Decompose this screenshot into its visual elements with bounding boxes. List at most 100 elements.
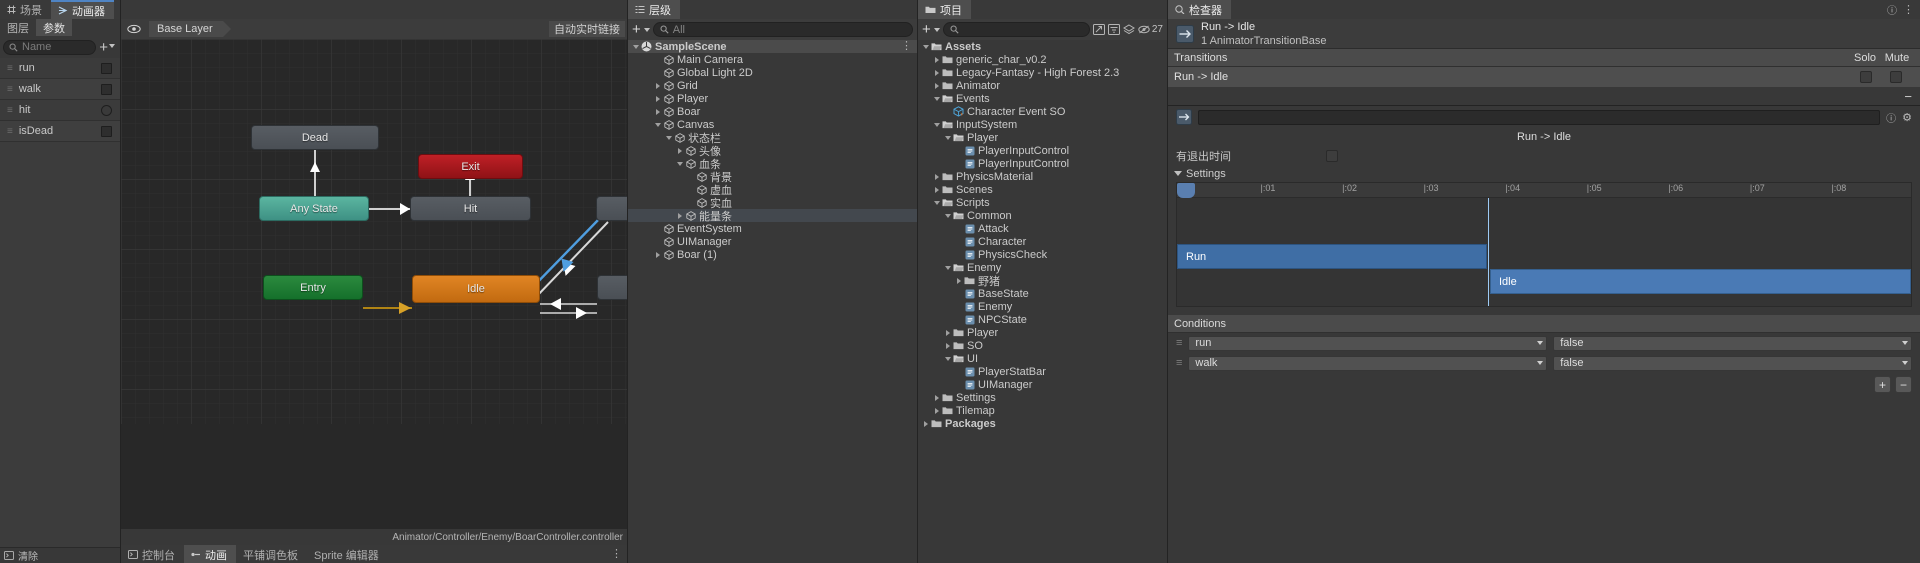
hierarchy-item-row[interactable]: Global Light 2D (628, 66, 917, 79)
tab-scene[interactable]: 场景 (0, 0, 51, 19)
condition-row[interactable]: ≡ run false (1168, 333, 1920, 353)
parameter-row-walk[interactable]: ≡ walk (0, 79, 120, 100)
hierarchy-item-row[interactable]: 血条 (628, 157, 917, 171)
project-item-row[interactable]: Scripts (918, 196, 1167, 209)
eye-icon[interactable] (127, 24, 141, 34)
animator-state-graph[interactable]: Dead Exit Any State Hit Run Entry Idle W… (121, 39, 627, 529)
tab-animation[interactable]: 动画 (184, 545, 236, 563)
caret-down-icon[interactable] (920, 44, 931, 49)
project-item-row[interactable]: Packages (918, 417, 1167, 430)
hierarchy-item-row[interactable]: Player (628, 92, 917, 105)
caret-down-icon[interactable] (942, 135, 953, 140)
left-bottom-label[interactable]: 清除 (18, 548, 38, 563)
timeline-playhead-handle[interactable] (1177, 183, 1195, 198)
breadcrumb-base-layer[interactable]: Base Layer (149, 21, 231, 37)
timeline-clip-run[interactable]: Run (1177, 244, 1487, 269)
caret-down-icon[interactable] (931, 200, 942, 205)
drag-handle-icon[interactable]: ≡ (7, 84, 13, 94)
timeline-playhead[interactable] (1488, 198, 1489, 306)
create-asset-button[interactable]: + (922, 22, 931, 37)
caret-right-icon[interactable] (942, 329, 953, 336)
project-item-row[interactable]: Common (918, 209, 1167, 222)
caret-down-icon[interactable] (931, 96, 942, 101)
parameter-row-isdead[interactable]: ≡ isDead (0, 121, 120, 142)
tab-inspector[interactable]: 检查器 (1168, 0, 1231, 19)
chevron-down-icon[interactable] (643, 27, 650, 32)
caret-down-icon[interactable] (674, 161, 685, 166)
tab-hierarchy[interactable]: 层级 (628, 0, 680, 19)
project-item-row[interactable]: PlayerInputControl (918, 144, 1167, 157)
project-item-row[interactable]: 野猪 (918, 274, 1167, 288)
caret-down-icon[interactable] (652, 122, 663, 127)
caret-right-icon[interactable] (931, 56, 942, 63)
parameter-row-run[interactable]: ≡ run (0, 58, 120, 79)
hierarchy-item-row[interactable]: 背景 (628, 170, 917, 184)
project-search-input[interactable] (942, 22, 1090, 37)
project-item-row[interactable]: PlayerStatBar (918, 365, 1167, 378)
parameter-bool-checkbox[interactable] (101, 62, 112, 74)
project-item-row[interactable]: InputSystem (918, 118, 1167, 131)
project-item-row[interactable]: Attack (918, 222, 1167, 235)
has-exit-time-checkbox[interactable] (1326, 149, 1338, 162)
caret-right-icon[interactable] (931, 394, 942, 401)
condition-drag-handle-icon[interactable]: ≡ (1176, 337, 1182, 349)
transition-mute-checkbox[interactable] (1890, 71, 1902, 83)
caret-right-icon[interactable] (652, 95, 663, 102)
transition-list-row[interactable]: Run -> Idle (1168, 67, 1920, 87)
hierarchy-item-row[interactable]: EventSystem (628, 222, 917, 235)
project-item-row[interactable]: generic_char_v0.2 (918, 53, 1167, 66)
caret-down-icon[interactable] (942, 356, 953, 361)
state-node-walk[interactable]: Walk (597, 275, 627, 300)
parameter-bool-checkbox[interactable] (101, 83, 112, 95)
tab-project[interactable]: 项目 (918, 0, 971, 19)
project-item-row[interactable]: Character (918, 235, 1167, 248)
project-item-row[interactable]: SO (918, 339, 1167, 352)
project-item-row[interactable]: Scenes (918, 183, 1167, 196)
help-icon[interactable]: ⓘ (1886, 110, 1896, 125)
condition-parameter-dropdown[interactable]: walk (1188, 355, 1548, 371)
state-node-run[interactable]: Run (596, 196, 627, 221)
project-item-row[interactable]: BaseState (918, 287, 1167, 300)
project-item-row[interactable]: Animator (918, 79, 1167, 92)
project-item-row[interactable]: UI (918, 352, 1167, 365)
tab-sprite-editor[interactable]: Sprite 编辑器 (307, 545, 388, 563)
hierarchy-item-row[interactable]: SampleScene ⋮ (628, 40, 917, 53)
transition-timeline[interactable]: |:00|:01|:02|:03|:04|:05|:06|:07|:08 Run… (1176, 182, 1912, 307)
state-node-idle[interactable]: Idle (412, 275, 540, 303)
add-condition-button[interactable]: + (1874, 376, 1891, 393)
caret-right-icon[interactable] (674, 212, 685, 219)
condition-drag-handle-icon[interactable]: ≡ (1176, 357, 1182, 369)
asset-filter-icon[interactable] (1107, 24, 1120, 35)
hierarchy-item-row[interactable]: Grid (628, 79, 917, 92)
project-item-row[interactable]: Tilemap (918, 404, 1167, 417)
condition-value-dropdown[interactable]: false (1553, 355, 1913, 371)
project-item-row[interactable]: Player (918, 326, 1167, 339)
layers-icon[interactable] (1122, 24, 1135, 35)
state-node-hit[interactable]: Hit (410, 196, 531, 221)
hierarchy-item-row[interactable]: 状态栏 (628, 131, 917, 145)
project-item-row[interactable]: PhysicsCheck (918, 248, 1167, 261)
add-gameobject-button[interactable]: + (632, 22, 641, 37)
hierarchy-item-row[interactable]: 头像 (628, 144, 917, 158)
caret-right-icon[interactable] (674, 147, 685, 154)
caret-down-icon[interactable] (630, 44, 641, 49)
add-parameter-button[interactable]: + (99, 39, 117, 56)
project-item-row[interactable]: Enemy (918, 261, 1167, 274)
timeline-clip-idle[interactable]: Idle (1490, 269, 1911, 294)
hierarchy-search-input[interactable]: All (652, 22, 913, 37)
project-item-row[interactable]: PlayerInputControl (918, 157, 1167, 170)
parameter-trigger-radio[interactable] (101, 104, 112, 116)
hierarchy-item-row[interactable]: Main Camera (628, 53, 917, 66)
state-node-exit[interactable]: Exit (418, 154, 523, 179)
caret-down-icon[interactable] (942, 265, 953, 270)
state-node-dead[interactable]: Dead (251, 125, 379, 150)
caret-right-icon[interactable] (652, 82, 663, 89)
caret-right-icon[interactable] (652, 251, 663, 258)
remove-transition-button[interactable]: − (1904, 89, 1912, 104)
project-item-row[interactable]: Assets (918, 40, 1167, 53)
subtab-parameters[interactable]: 参数 (36, 19, 72, 36)
tab-console[interactable]: 控制台 (121, 545, 184, 563)
tab-animator[interactable]: 动画器 (51, 0, 114, 19)
parameter-bool-checkbox[interactable] (101, 125, 112, 137)
condition-row[interactable]: ≡ walk false (1168, 353, 1920, 373)
